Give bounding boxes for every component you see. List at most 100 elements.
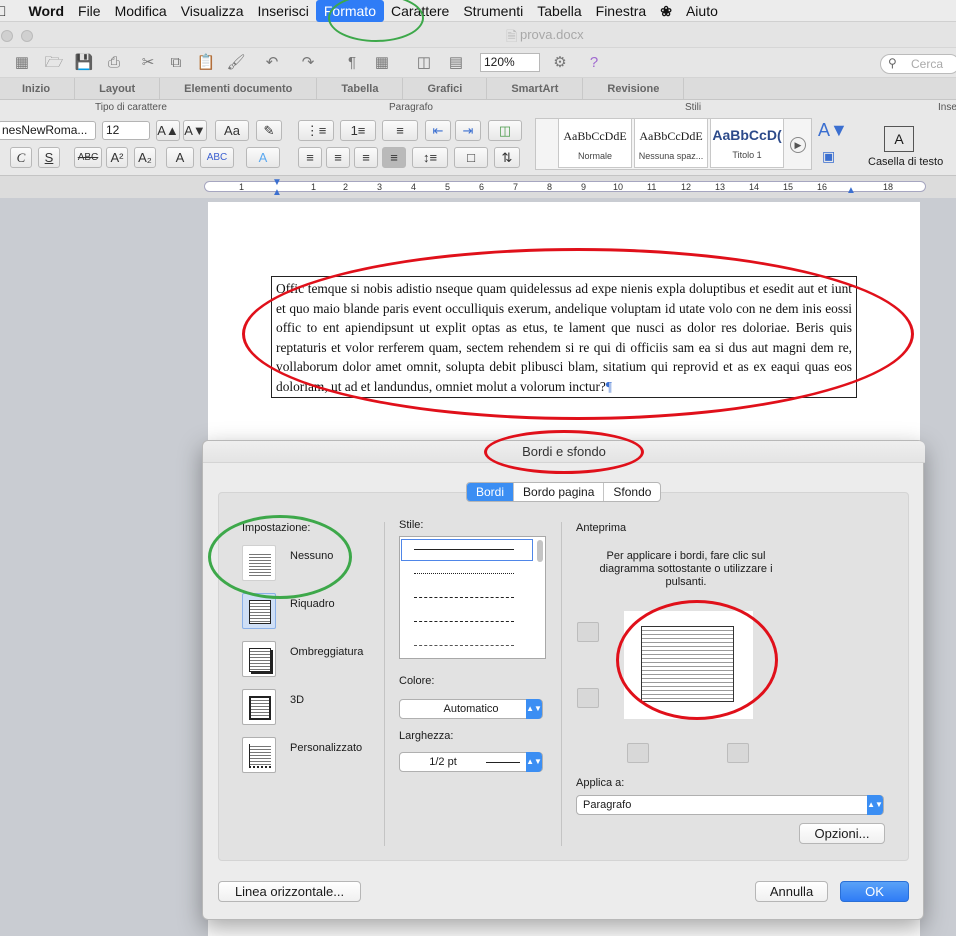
style-normale[interactable]: AaBbCcDdE Normale <box>558 118 632 168</box>
bullets-icon[interactable]: ⋮≡ <box>298 120 334 141</box>
style-nessuna-spaziatura[interactable]: AaBbCcDdE Nessuna spaz... <box>634 118 708 168</box>
preview-paragraph[interactable] <box>641 626 734 702</box>
script-menu-icon[interactable]: ❀ <box>653 0 679 22</box>
tab-inizio[interactable]: Inizio <box>0 78 76 99</box>
subscript-icon[interactable]: A₂ <box>134 147 156 168</box>
align-right-icon[interactable]: ≡ <box>354 147 378 168</box>
open-icon[interactable]: 🗁 <box>44 53 64 73</box>
change-case-icon[interactable]: Aa <box>215 120 249 141</box>
borders-icon[interactable]: □ <box>454 147 488 168</box>
multilevel-icon[interactable]: ≡ <box>382 120 418 141</box>
zoom-field[interactable]: 120% <box>480 53 540 72</box>
setting-ombreggiatura-label[interactable]: Ombreggiatura <box>290 646 363 658</box>
sidebar-icon[interactable]: ▤ <box>446 53 466 73</box>
styles-manage-icon[interactable]: ▣ <box>822 148 835 165</box>
menu-formato[interactable]: Formato <box>315 0 384 22</box>
top-border-button[interactable] <box>577 622 599 642</box>
apply-to-select[interactable]: Paragrafo ▲▼ <box>576 795 884 815</box>
menu-finestra[interactable]: Finestra <box>589 0 654 22</box>
menu-inserisci[interactable]: Inserisci <box>251 0 316 22</box>
setting-ombreggiatura-icon[interactable] <box>242 641 276 677</box>
font-name-box[interactable]: nesNewRoma... <box>0 121 96 140</box>
color-select[interactable]: Automatico ▲▼ <box>399 699 543 719</box>
menu-aiuto[interactable]: Aiuto <box>679 0 725 22</box>
setting-3d-label[interactable]: 3D <box>290 694 304 706</box>
show-marks-icon[interactable]: ¶ <box>342 53 362 73</box>
setting-nessuno-label[interactable]: Nessuno <box>290 550 333 562</box>
left-border-button[interactable] <box>627 743 649 763</box>
new-document-icon[interactable]: ▦ <box>12 53 32 73</box>
highlight-icon[interactable]: ABC <box>200 147 234 168</box>
options-button[interactable]: Opzioni... <box>799 823 885 844</box>
close-window-button[interactable] <box>1 30 13 42</box>
setting-riquadro-label[interactable]: Riquadro <box>290 598 335 610</box>
horizontal-line-button[interactable]: Linea orizzontale... <box>218 881 361 902</box>
redo-icon[interactable]: ↷ <box>298 53 318 73</box>
menu-modifica[interactable]: Modifica <box>108 0 174 22</box>
line-style-dashed[interactable] <box>414 597 514 598</box>
styles-next-icon[interactable]: ▶ <box>790 137 806 153</box>
underline-icon[interactable]: S <box>38 147 60 168</box>
menu-strumenti[interactable]: Strumenti <box>456 0 530 22</box>
style-list-scrollbar[interactable] <box>537 540 543 562</box>
horizontal-ruler[interactable]: 1 1 2 3 4 5 6 7 8 9 10 11 12 13 14 15 16… <box>204 181 926 192</box>
tab-grafici[interactable]: Grafici <box>403 78 488 99</box>
copy-icon[interactable]: ⧉ <box>166 53 186 73</box>
apple-menu-icon[interactable]:  <box>0 0 11 22</box>
right-border-button[interactable] <box>727 743 749 763</box>
tab-tabella[interactable]: Tabella <box>317 78 404 99</box>
table-icon[interactable]: ▦ <box>372 53 392 73</box>
toolbox-icon[interactable]: ⚙ <box>550 53 570 73</box>
columns-layout-icon[interactable]: ◫ <box>488 120 522 141</box>
style-titolo-1[interactable]: AaBbCcD( Titolo 1 <box>710 118 784 168</box>
grow-font-icon[interactable]: A▲ <box>156 120 180 141</box>
sort-icon[interactable]: ⇅ <box>494 147 520 168</box>
minimize-window-button[interactable] <box>21 30 33 42</box>
increase-indent-icon[interactable]: ⇥ <box>455 120 481 141</box>
setting-3d-icon[interactable] <box>242 689 276 725</box>
setting-riquadro-icon[interactable] <box>242 593 276 629</box>
right-indent-marker[interactable]: ▲ <box>846 185 856 196</box>
tab-smartart[interactable]: SmartArt <box>487 78 584 99</box>
superscript-icon[interactable]: A² <box>106 147 128 168</box>
tab-elementi-documento[interactable]: Elementi documento <box>160 78 318 99</box>
setting-personalizzato-label[interactable]: Personalizzato <box>290 742 362 754</box>
columns-icon[interactable]: ◫ <box>414 53 434 73</box>
print-icon[interactable]: ⎙ <box>104 53 124 73</box>
menu-tabella[interactable]: Tabella <box>530 0 588 22</box>
left-indent-marker[interactable]: ▼ ▲ <box>272 178 282 198</box>
line-style-dash-dot[interactable] <box>414 645 514 646</box>
save-icon[interactable]: 💾 <box>74 53 94 73</box>
cancel-button[interactable]: Annulla <box>755 881 828 902</box>
shrink-font-icon[interactable]: A▼ <box>183 120 207 141</box>
setting-personalizzato-icon[interactable] <box>242 737 276 773</box>
tab-bordi[interactable]: Bordi <box>467 483 515 501</box>
ok-button[interactable]: OK <box>840 881 909 902</box>
line-style-long-dash[interactable] <box>414 621 514 622</box>
numbering-icon[interactable]: 1≡ <box>340 120 376 141</box>
text-box-icon[interactable]: A <box>884 126 914 152</box>
menu-app-word[interactable]: Word <box>11 0 72 22</box>
font-color-icon[interactable]: A <box>166 147 194 168</box>
tab-layout[interactable]: Layout <box>75 78 161 99</box>
tab-revisione[interactable]: Revisione <box>583 78 685 99</box>
help-icon[interactable]: ? <box>584 53 604 73</box>
decrease-indent-icon[interactable]: ⇤ <box>425 120 451 141</box>
menu-file[interactable]: File <box>71 0 108 22</box>
tab-bordo-pagina[interactable]: Bordo pagina <box>514 483 605 501</box>
clear-format-icon[interactable]: ✎ <box>256 120 282 141</box>
justify-icon[interactable]: ≡ <box>382 147 406 168</box>
text-effects-icon[interactable]: A <box>246 147 280 168</box>
strikethrough-icon[interactable]: ABC <box>74 147 102 168</box>
bottom-border-button[interactable] <box>577 688 599 708</box>
tab-sfondo[interactable]: Sfondo <box>604 483 660 501</box>
menu-carattere[interactable]: Carattere <box>384 0 456 22</box>
menu-visualizza[interactable]: Visualizza <box>174 0 251 22</box>
width-select[interactable]: 1/2 pt ▲▼ <box>399 752 543 772</box>
font-size-box[interactable]: 12 <box>102 121 150 140</box>
bordered-paragraph[interactable]: Offic temque si nobis adistio nseque qua… <box>271 276 857 398</box>
align-center-icon[interactable]: ≡ <box>326 147 350 168</box>
format-painter-icon[interactable]: 🖌 <box>226 53 246 73</box>
align-left-icon[interactable]: ≡ <box>298 147 322 168</box>
styles-pane-icon[interactable]: A▼ <box>818 120 848 141</box>
